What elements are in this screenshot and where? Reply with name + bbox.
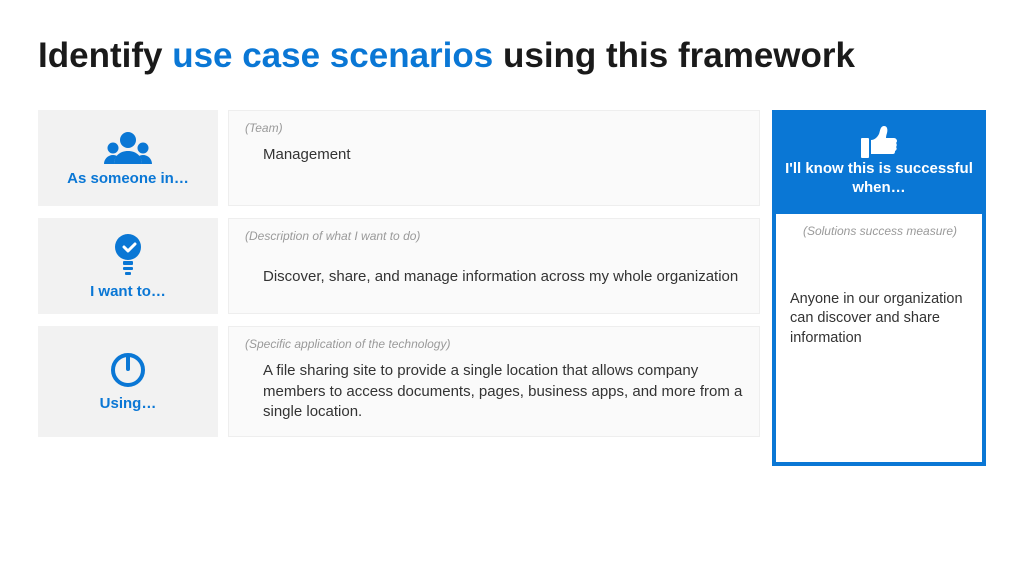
label-team: As someone in… xyxy=(38,110,218,206)
success-body: Anyone in our organization can discover … xyxy=(790,290,970,349)
hint-using: (Specific application of the technology) xyxy=(245,337,743,351)
title-pre: Identify xyxy=(38,36,172,75)
power-icon xyxy=(109,351,147,389)
label-want: I want to… xyxy=(38,218,218,314)
title-accent: use case scenarios xyxy=(172,36,493,75)
label-using: Using… xyxy=(38,326,218,437)
success-card: (Solutions success measure) Anyone in ou… xyxy=(772,214,986,466)
success-header: I'll know this is successful when… xyxy=(772,110,986,214)
label-want-text: I want to… xyxy=(90,283,166,300)
body-team: Management xyxy=(245,145,743,165)
page-title: Identify use case scenarios using this f… xyxy=(38,36,986,76)
label-team-text: As someone in… xyxy=(67,170,189,187)
label-using-text: Using… xyxy=(100,395,157,412)
card-want: (Description of what I want to do) Disco… xyxy=(228,218,760,314)
left-column: As someone in… (Team) Management xyxy=(38,110,760,466)
hint-team: (Team) xyxy=(245,121,743,135)
content-columns: As someone in… (Team) Management xyxy=(38,110,986,466)
lightbulb-icon xyxy=(111,233,145,277)
body-want: Discover, share, and manage information … xyxy=(245,253,743,287)
row-team: As someone in… (Team) Management xyxy=(38,110,760,206)
card-using: (Specific application of the technology)… xyxy=(228,326,760,437)
success-heading: I'll know this is successful when… xyxy=(782,160,976,198)
people-icon xyxy=(104,130,152,164)
row-using: Using… (Specific application of the tech… xyxy=(38,326,760,437)
title-post: using this framework xyxy=(493,36,855,75)
hint-want: (Description of what I want to do) xyxy=(245,229,743,243)
right-column: I'll know this is successful when… (Solu… xyxy=(772,110,986,466)
card-team: (Team) Management xyxy=(228,110,760,206)
body-using: A file sharing site to provide a single … xyxy=(245,361,743,422)
row-want: I want to… (Description of what I want t… xyxy=(38,218,760,314)
slide: Identify use case scenarios using this f… xyxy=(0,0,1024,486)
success-hint: (Solutions success measure) xyxy=(790,224,970,238)
thumbs-up-icon xyxy=(782,124,976,160)
